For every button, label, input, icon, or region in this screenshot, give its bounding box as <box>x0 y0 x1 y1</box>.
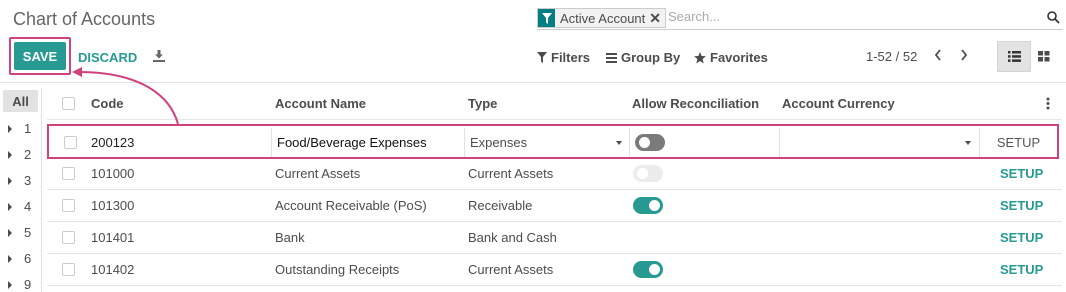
page-title: Chart of Accounts <box>13 9 156 29</box>
kanban-view-button[interactable] <box>1034 41 1054 72</box>
reconcile-toggle[interactable] <box>633 261 663 278</box>
search-facet-active-account[interactable]: Active Account ✕ <box>537 8 667 28</box>
cell-type: Receivable <box>468 198 533 213</box>
setup-button[interactable]: SETUP <box>1000 158 1043 189</box>
kanban-view-icon <box>1038 51 1050 62</box>
facet-remove-icon[interactable]: ✕ <box>649 9 665 27</box>
favorites-label: Favorites <box>710 50 768 65</box>
code-field[interactable]: 200123 <box>91 128 134 157</box>
list-view-button[interactable] <box>997 41 1031 72</box>
cell-type: Current Assets <box>468 262 554 277</box>
table-row[interactable]: 101300 Account Receivable (PoS) Receivab… <box>47 190 1062 222</box>
toolbar-divider <box>0 82 1066 83</box>
cell-name: Outstanding Receipts <box>275 262 400 277</box>
star-icon <box>694 51 706 63</box>
cell-name: Current Assets <box>275 166 361 181</box>
row-checkbox[interactable] <box>64 136 77 149</box>
currency-select[interactable] <box>779 128 979 157</box>
side-item-group[interactable]: 5 <box>8 225 31 240</box>
reconcile-toggle <box>633 165 663 182</box>
caret-right-icon <box>8 176 12 185</box>
cell-name: Account Receivable (PoS) <box>275 198 427 213</box>
favorites-button[interactable]: Favorites <box>694 50 768 65</box>
search-icon[interactable] <box>1047 11 1060 27</box>
cell-code: 101402 <box>91 262 135 277</box>
column-header-code[interactable]: Code <box>91 88 124 119</box>
row-checkbox[interactable] <box>62 199 75 212</box>
table-row[interactable]: 101402 Outstanding Receipts Current Asse… <box>47 254 1062 286</box>
search-input[interactable] <box>668 9 1028 24</box>
filters-button[interactable]: Filters <box>537 50 590 65</box>
dropdown-caret-icon <box>616 141 622 145</box>
group-side-panel: All 1 2 3 4 5 6 9 <box>0 88 42 292</box>
row-checkbox[interactable] <box>62 167 75 180</box>
table-row[interactable]: 101401 Bank Bank and Cash SETUP <box>47 222 1062 254</box>
pager-value[interactable]: 1-52 / 52 <box>866 49 917 64</box>
setup-button[interactable]: SETUP <box>1000 222 1043 253</box>
filters-label: Filters <box>551 50 591 65</box>
facet-label: Active Account <box>560 11 646 26</box>
side-item-group[interactable]: 4 <box>8 199 31 214</box>
list-icon <box>606 52 617 63</box>
save-button[interactable]: SAVE <box>14 42 66 70</box>
caret-right-icon <box>8 254 12 263</box>
cell-type: Current Assets <box>468 166 554 181</box>
side-item-group[interactable]: 2 <box>8 147 31 162</box>
table-row[interactable]: 101000 Current Assets Current Assets SET… <box>47 158 1062 190</box>
search-bar: Active Account ✕ <box>537 6 1063 30</box>
row-checkbox[interactable] <box>62 231 75 244</box>
column-header-name[interactable]: Account Name <box>275 88 366 119</box>
caret-right-icon <box>8 202 12 211</box>
account-name-field[interactable]: Food/Beverage Expenses <box>271 128 464 157</box>
chevron-left-icon[interactable] <box>933 48 943 65</box>
setup-button[interactable]: SETUP <box>1000 190 1043 221</box>
column-header-reconcile[interactable]: Allow Reconciliation <box>632 88 759 119</box>
column-header-currency[interactable]: Account Currency <box>782 88 895 119</box>
cell-code: 101401 <box>91 230 135 245</box>
cell-code: 101000 <box>91 166 135 181</box>
editable-row[interactable]: 200123 Food/Beverage Expenses Expenses S… <box>47 124 1059 159</box>
groupby-button[interactable]: Group By <box>606 50 680 65</box>
side-item-group[interactable]: 6 <box>8 251 31 266</box>
select-all-checkbox[interactable] <box>62 97 75 110</box>
type-select[interactable]: Expenses <box>464 128 629 157</box>
discard-button[interactable]: DISCARD <box>78 50 137 65</box>
setup-button[interactable]: SETUP <box>1000 254 1043 285</box>
type-select-value: Expenses <box>470 135 528 150</box>
cell-name: Bank <box>275 230 305 245</box>
chevron-right-icon[interactable] <box>959 48 969 65</box>
caret-right-icon <box>8 124 12 133</box>
cell-type: Bank and Cash <box>468 230 557 245</box>
filter-icon <box>537 52 547 63</box>
column-header-type[interactable]: Type <box>468 88 497 119</box>
side-item-group[interactable]: 1 <box>8 121 31 136</box>
caret-right-icon <box>8 150 12 159</box>
reconcile-toggle[interactable] <box>633 197 663 214</box>
column-options-icon[interactable] <box>1046 97 1050 113</box>
download-icon[interactable] <box>153 50 165 65</box>
filter-icon <box>538 9 555 27</box>
side-item-all[interactable]: All <box>3 90 38 112</box>
list-view-icon <box>1007 51 1021 62</box>
caret-right-icon <box>8 280 12 289</box>
side-item-group[interactable]: 9 <box>8 277 31 292</box>
groupby-label: Group By <box>621 50 681 65</box>
row-checkbox[interactable] <box>62 263 75 276</box>
side-item-group[interactable]: 3 <box>8 173 31 188</box>
caret-right-icon <box>8 228 12 237</box>
table-header: Code Account Name Type Allow Reconciliat… <box>47 88 1062 120</box>
dropdown-caret-icon <box>965 141 971 145</box>
setup-button[interactable]: SETUP <box>997 135 1040 150</box>
reconcile-toggle[interactable] <box>635 134 665 151</box>
cell-code: 101300 <box>91 198 135 213</box>
